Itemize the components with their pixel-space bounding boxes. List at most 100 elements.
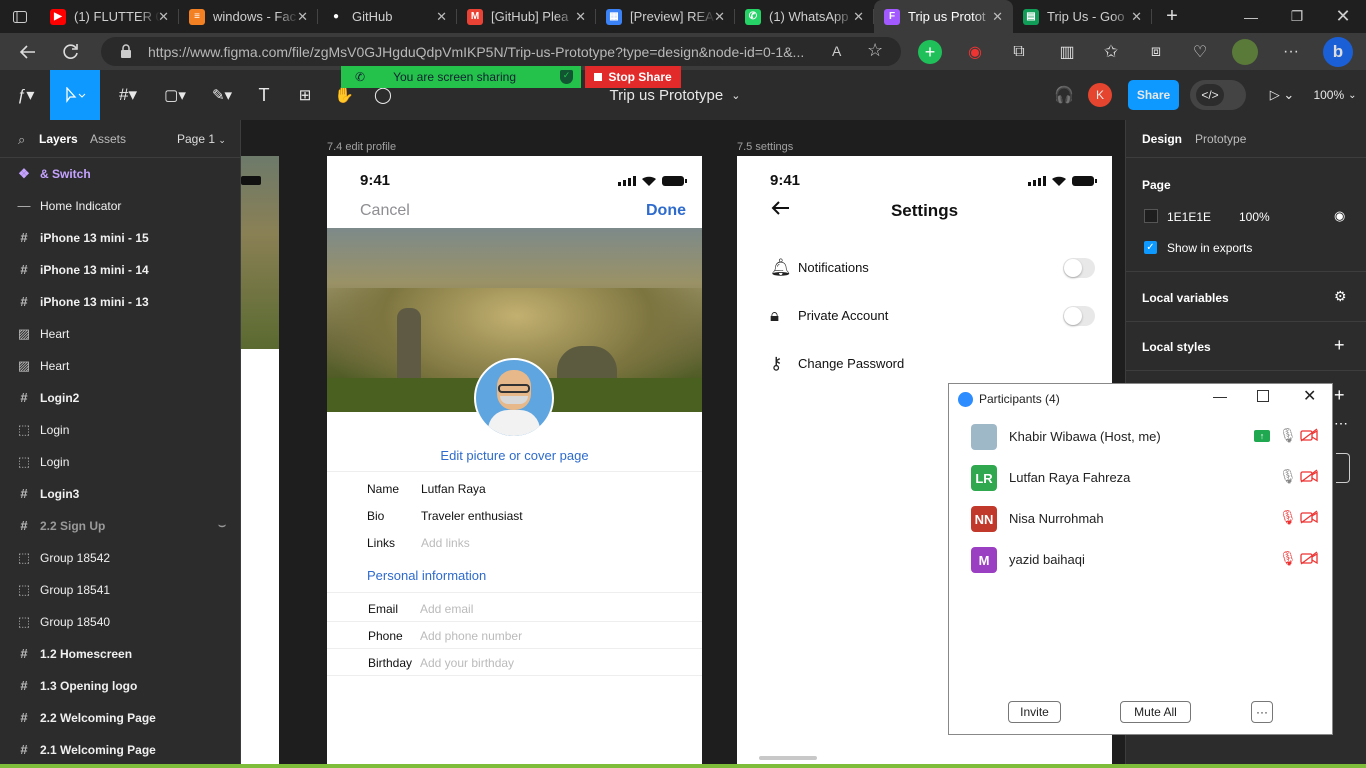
layer-item[interactable]: — Home Indicator	[0, 190, 240, 222]
mic-icon[interactable]: 🎙︎	[1279, 468, 1297, 485]
close-icon[interactable]: ✕	[1303, 386, 1316, 406]
mute-all-button[interactable]: Mute All	[1120, 701, 1191, 723]
hidden-eye-icon[interactable]: ⌣	[218, 518, 226, 533]
settings-more-icon[interactable]: ···	[1278, 39, 1304, 65]
refresh-button[interactable]	[58, 39, 84, 65]
close-tab-icon[interactable]: ✕	[992, 9, 1003, 25]
tab-prototype[interactable]: Prototype	[1195, 132, 1246, 146]
profile-avatar[interactable]	[1232, 39, 1258, 65]
done-button[interactable]: Done	[646, 202, 686, 220]
layer-item[interactable]: ⬚ Group 18542	[0, 542, 240, 574]
address-bar[interactable]: https://www.figma.com/file/zgMsV0GJHgduQ…	[101, 37, 901, 66]
layer-item[interactable]: ▨ Heart	[0, 350, 240, 382]
back-button[interactable]	[15, 39, 41, 65]
browser-tab[interactable]: F Trip us Protot ✕	[874, 0, 1013, 33]
favorites-icon[interactable]: ✩	[1098, 39, 1124, 65]
mic-muted-icon[interactable]: 🎙︎	[1279, 509, 1297, 526]
tab-layers[interactable]: Layers	[39, 132, 78, 146]
close-window-button[interactable]: ✕	[1320, 0, 1366, 33]
toggle-switch[interactable]	[1063, 258, 1095, 278]
partial-frame-body[interactable]	[241, 349, 279, 768]
browser-essentials-icon[interactable]: ♡	[1187, 39, 1213, 65]
extension-eye-icon[interactable]: ◉	[962, 39, 988, 65]
move-tool-button[interactable]	[50, 70, 100, 120]
field-input[interactable]: Add links	[421, 536, 691, 550]
browser-tab[interactable]: ● GitHub ✕	[318, 0, 457, 33]
split-screen-icon[interactable]: ▥	[1054, 39, 1080, 65]
close-tab-icon[interactable]: ✕	[853, 9, 864, 25]
field-input[interactable]: Traveler enthusiast	[421, 509, 691, 523]
browser-tab[interactable]: ▶ (1) FLUTTER 0: ✕	[40, 0, 179, 33]
dev-mode-toggle[interactable]: </>	[1190, 80, 1246, 110]
layer-item[interactable]: #1.2 Homescreen	[0, 638, 240, 670]
collections-icon[interactable]: ⧈	[1143, 39, 1169, 65]
field-input[interactable]: Add phone number	[420, 629, 690, 643]
close-tab-icon[interactable]: ✕	[297, 9, 308, 25]
headphones-icon[interactable]: 🎧	[1052, 70, 1076, 120]
show-exports-checkbox[interactable]: ✓	[1144, 241, 1157, 254]
edit-picture-link[interactable]: Edit picture or cover page	[327, 448, 702, 463]
tab-assets[interactable]: Assets	[90, 132, 126, 146]
frame-label-edit-profile[interactable]: 7.4 edit profile	[327, 141, 396, 153]
extensions-puzzle-icon[interactable]: ⧉	[1006, 39, 1032, 65]
eye-icon[interactable]: ◉	[1334, 208, 1345, 224]
settings-item[interactable]: 🔔︎ Notifications	[737, 252, 1112, 286]
zoom-menu[interactable]: 100% ⌄	[1310, 70, 1360, 120]
page-color-swatch[interactable]	[1144, 209, 1158, 223]
page-selector[interactable]: Page 1 ⌄	[177, 132, 226, 146]
page-color-value[interactable]: 1E1E1E	[1167, 210, 1211, 224]
restore-window-button[interactable]: ❐	[1274, 0, 1320, 33]
favorite-star-icon[interactable]: ☆	[867, 40, 883, 61]
layer-item[interactable]: ▨ Heart	[0, 318, 240, 350]
extension-add-icon[interactable]: +	[918, 40, 942, 64]
browser-tab[interactable]: ≡ windows - Fac ✕	[179, 0, 318, 33]
add-icon[interactable]: +	[1334, 385, 1345, 406]
share-button[interactable]: Share	[1128, 80, 1179, 110]
text-tool-icon[interactable]: T	[252, 70, 276, 120]
pen-tool-icon[interactable]: ✎▾	[204, 70, 240, 120]
add-style-icon[interactable]: +	[1334, 335, 1345, 356]
layer-item[interactable]: #2.2 Sign Up ⌣	[0, 510, 240, 542]
close-tab-icon[interactable]: ✕	[575, 9, 586, 25]
bing-copilot-icon[interactable]: b	[1323, 37, 1353, 67]
video-off-icon[interactable]	[1300, 510, 1318, 524]
more-options-button[interactable]: ···	[1251, 701, 1273, 723]
layer-item[interactable]: ❖ & Switch	[0, 158, 240, 190]
participant-row[interactable]: NN Nisa Nurrohmah 🎙︎	[949, 498, 1334, 539]
mic-muted-icon[interactable]: 🎙︎	[1279, 550, 1297, 567]
search-icon[interactable]: ⌕	[18, 132, 25, 148]
browser-tab[interactable]: ✆ (1) WhatsApp ✕	[735, 0, 874, 33]
field-input[interactable]: Lutfan Raya	[421, 482, 691, 496]
participant-row[interactable]: Khabir Wibawa (Host, me) ↑ 🎙︎	[949, 416, 1334, 457]
more-options-icon[interactable]: ⋯	[1334, 415, 1348, 432]
frame-tool-icon[interactable]: #▾	[110, 70, 146, 120]
layer-item[interactable]: ⬚ Group 18540	[0, 606, 240, 638]
layer-item[interactable]: #2.1 Welcoming Page	[0, 734, 240, 766]
frame-edit-profile[interactable]: 9:41 Cancel Done Edit picture or cover p…	[327, 156, 702, 768]
layer-item[interactable]: # iPhone 13 mini - 13	[0, 286, 240, 318]
layer-item[interactable]: ⬚ Login	[0, 446, 240, 478]
minimize-icon[interactable]: —	[1213, 388, 1227, 404]
close-tab-icon[interactable]: ✕	[436, 9, 447, 25]
cancel-button[interactable]: Cancel	[360, 202, 410, 220]
profile-avatar-image[interactable]	[474, 358, 554, 438]
tab-design[interactable]: Design	[1142, 132, 1182, 146]
maximize-icon[interactable]	[1257, 390, 1269, 402]
browser-tab[interactable]: ▤ Trip Us - Goo ✕	[1013, 0, 1152, 33]
video-off-icon[interactable]	[1300, 428, 1318, 442]
field-input[interactable]: Add your birthday	[420, 656, 690, 670]
mic-icon[interactable]: 🎙︎	[1279, 427, 1297, 444]
layer-item[interactable]: #1.3 Opening logo	[0, 670, 240, 702]
frame-label-settings[interactable]: 7.5 settings	[737, 141, 793, 153]
present-button[interactable]: ▷ ⌄	[1264, 70, 1300, 120]
stop-share-button[interactable]: Stop Share	[585, 66, 681, 88]
layer-item[interactable]: # iPhone 13 mini - 15	[0, 222, 240, 254]
invite-button[interactable]: Invite	[1008, 701, 1061, 723]
tab-actions-button[interactable]	[0, 0, 40, 33]
browser-tab[interactable]: ▦ [Preview] REA ✕	[596, 0, 735, 33]
participant-row[interactable]: LR Lutfan Raya Fahreza 🎙︎	[949, 457, 1334, 498]
new-tab-button[interactable]: +	[1152, 5, 1192, 28]
browser-tab[interactable]: M [GitHub] Plea ✕	[457, 0, 596, 33]
user-avatar[interactable]: K	[1088, 70, 1112, 120]
resources-icon[interactable]: ⊞	[293, 70, 317, 120]
